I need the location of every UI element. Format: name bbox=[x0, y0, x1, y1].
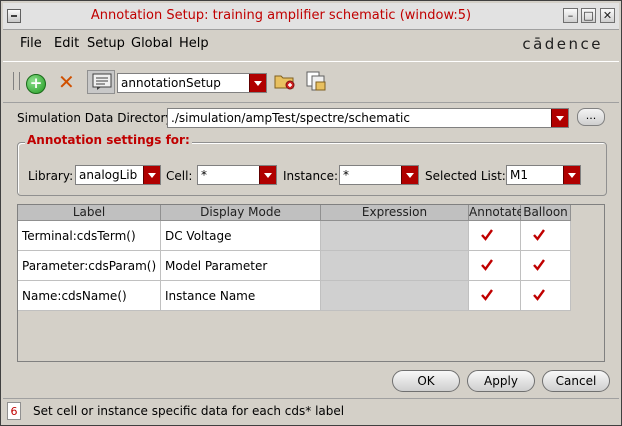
selected-list-value: M1 bbox=[510, 168, 528, 182]
status-message: Set cell or instance specific data for e… bbox=[33, 404, 345, 418]
chevron-down-icon[interactable] bbox=[401, 166, 418, 184]
cell-label: Cell: bbox=[166, 169, 193, 183]
table-cell-expression[interactable] bbox=[321, 221, 469, 251]
check-icon bbox=[533, 259, 545, 271]
annotate-checkbox[interactable] bbox=[469, 251, 521, 281]
menu-edit-label: Edit bbox=[54, 36, 80, 51]
toolbar: + ✕ annotationSetup bbox=[3, 61, 619, 103]
table-cell-display-mode[interactable]: Instance Name bbox=[161, 281, 321, 311]
title-bar[interactable]: Annotation Setup: training amplifier sch… bbox=[3, 3, 619, 30]
chevron-down-icon[interactable] bbox=[563, 166, 580, 184]
column-header-label[interactable]: Label bbox=[18, 205, 161, 221]
browse-button[interactable]: ... bbox=[577, 108, 605, 126]
table-cell-label[interactable]: Parameter:cdsParam() bbox=[18, 251, 161, 281]
add-icon[interactable]: + bbox=[26, 74, 46, 94]
check-icon bbox=[533, 229, 545, 241]
toolbar-grip[interactable] bbox=[13, 72, 20, 90]
annotation-settings-title: Annotation settings for: bbox=[25, 133, 192, 147]
menu-global-label: Global bbox=[131, 36, 173, 51]
menu-setup-label: Setup bbox=[87, 36, 125, 51]
open-folder-icon[interactable] bbox=[274, 72, 296, 93]
preset-combo[interactable]: annotationSetup bbox=[117, 73, 267, 93]
menu-file-label: File bbox=[20, 36, 42, 51]
selected-list-label: Selected List: bbox=[425, 169, 506, 183]
delete-icon[interactable]: ✕ bbox=[58, 70, 75, 94]
balloon-checkbox[interactable] bbox=[521, 221, 571, 251]
table-cell-expression[interactable] bbox=[321, 281, 469, 311]
simdir-label: Simulation Data Directory: bbox=[17, 111, 176, 125]
instance-label: Instance: bbox=[283, 169, 339, 183]
table-cell-display-mode[interactable]: Model Parameter bbox=[161, 251, 321, 281]
balloon-checkbox[interactable] bbox=[521, 251, 571, 281]
check-icon bbox=[481, 259, 493, 271]
menu-file[interactable]: File bbox=[20, 36, 42, 51]
close-button[interactable]: ✕ bbox=[600, 8, 615, 23]
annotate-checkbox[interactable] bbox=[469, 281, 521, 311]
annotation-setup-window: Annotation Setup: training amplifier sch… bbox=[0, 0, 622, 426]
check-icon bbox=[533, 289, 545, 301]
chevron-down-icon[interactable] bbox=[143, 166, 160, 184]
check-icon bbox=[481, 229, 493, 241]
menu-setup[interactable]: Setup bbox=[87, 36, 125, 51]
cancel-button[interactable]: Cancel bbox=[542, 370, 610, 392]
chevron-down-icon[interactable] bbox=[551, 109, 568, 127]
column-header-balloon[interactable]: Balloon bbox=[521, 205, 571, 221]
menu-help[interactable]: Help bbox=[179, 36, 209, 51]
column-header-expression[interactable]: Expression bbox=[321, 205, 469, 221]
menu-global[interactable]: Global bbox=[131, 36, 172, 51]
cadence-logo: cādence bbox=[522, 35, 603, 53]
annotation-table: Label Display Mode Expression Annotate B… bbox=[17, 204, 605, 362]
simdir-combo[interactable]: ./simulation/ampTest/spectre/schematic bbox=[167, 108, 569, 128]
ok-button[interactable]: OK bbox=[392, 370, 460, 392]
column-header-annotate[interactable]: Annotate bbox=[469, 205, 524, 221]
simdir-value: ./simulation/ampTest/spectre/schematic bbox=[171, 111, 410, 125]
copy-icon[interactable] bbox=[305, 70, 327, 95]
menu-bar: File Edit Setup Global Help cādence bbox=[3, 31, 619, 57]
table-cell-display-mode[interactable]: DC Voltage bbox=[161, 221, 321, 251]
library-label: Library: bbox=[28, 169, 74, 183]
status-number: 6 bbox=[7, 402, 21, 420]
table-cell-label[interactable]: Name:cdsName() bbox=[18, 281, 161, 311]
chevron-down-icon[interactable] bbox=[259, 166, 276, 184]
instance-value: * bbox=[343, 168, 349, 182]
minimize-button[interactable]: – bbox=[563, 8, 578, 23]
cell-value: * bbox=[201, 168, 207, 182]
menu-edit[interactable]: Edit bbox=[54, 36, 79, 51]
list-icon[interactable] bbox=[87, 70, 115, 94]
window-title: Annotation Setup: training amplifier sch… bbox=[90, 8, 472, 23]
status-bar: 6 Set cell or instance specific data for… bbox=[3, 398, 619, 423]
instance-combo[interactable]: * bbox=[339, 165, 419, 185]
library-combo[interactable]: analogLib bbox=[75, 165, 161, 185]
preset-value: annotationSetup bbox=[121, 76, 221, 90]
apply-button[interactable]: Apply bbox=[467, 370, 535, 392]
chevron-down-icon[interactable] bbox=[249, 74, 266, 92]
check-icon bbox=[481, 289, 493, 301]
column-header-display-mode[interactable]: Display Mode bbox=[161, 205, 321, 221]
balloon-checkbox[interactable] bbox=[521, 281, 571, 311]
table-cell-label[interactable]: Terminal:cdsTerm() bbox=[18, 221, 161, 251]
library-value: analogLib bbox=[79, 168, 138, 182]
cell-combo[interactable]: * bbox=[197, 165, 277, 185]
table-cell-expression[interactable] bbox=[321, 251, 469, 281]
annotate-checkbox[interactable] bbox=[469, 221, 521, 251]
menu-help-label: Help bbox=[179, 36, 209, 51]
maximize-button[interactable]: □ bbox=[581, 8, 596, 23]
selected-list-combo[interactable]: M1 bbox=[506, 165, 581, 185]
